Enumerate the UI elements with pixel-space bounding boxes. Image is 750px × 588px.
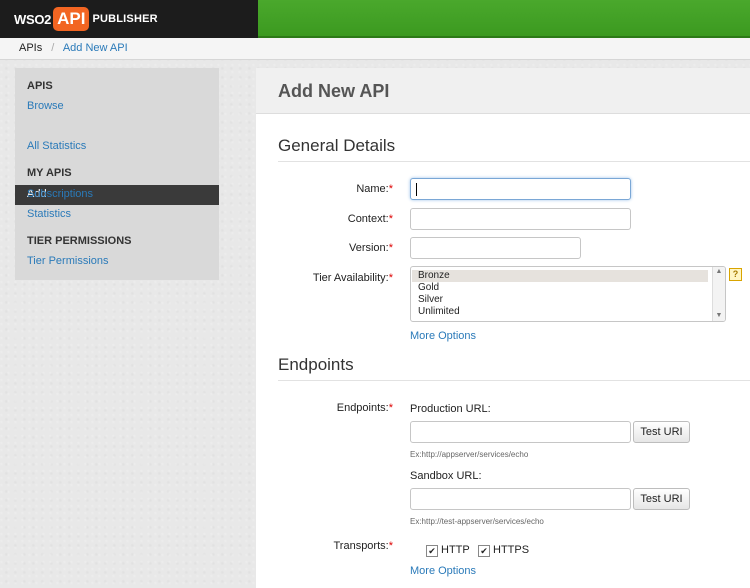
- sidebar-heading-tier-permissions: TIER PERMISSIONS: [27, 235, 132, 247]
- breadcrumb-separator: /: [51, 42, 55, 54]
- tier-option-bronze[interactable]: Bronze: [412, 270, 708, 282]
- page-title: Add New API: [278, 81, 390, 101]
- context-input[interactable]: [410, 208, 631, 230]
- endpoints-label: Endpoints:*: [336, 402, 393, 414]
- logo-publisher-text: PUBLISHER: [92, 13, 158, 25]
- tier-availability-label: Tier Availability:*: [312, 272, 393, 284]
- endpoints-more-options-link[interactable]: More Options: [410, 565, 476, 577]
- https-checkbox[interactable]: ✔: [478, 545, 490, 557]
- section-divider: [278, 161, 750, 162]
- sidebar-item-browse[interactable]: Browse: [27, 100, 64, 112]
- breadcrumb: APIs / Add New API: [0, 38, 750, 60]
- https-label: HTTPS: [493, 544, 530, 556]
- sandbox-url-label: Sandbox URL:: [410, 470, 482, 482]
- sandbox-url-input[interactable]: [410, 488, 631, 510]
- production-url-label: Production URL:: [410, 403, 491, 415]
- tier-availability-select[interactable]: Bronze Gold Silver Unlimited ▲ ▼: [410, 266, 726, 322]
- tier-option-gold[interactable]: Gold: [412, 282, 708, 294]
- listbox-scrollbar[interactable]: ▲ ▼: [712, 267, 725, 321]
- sidebar-heading-my-apis: MY APIS: [27, 167, 72, 179]
- logo-wso2-text: WSO2: [14, 11, 52, 27]
- http-label: HTTP: [441, 544, 470, 556]
- wso2-api-publisher-logo[interactable]: WSO2 API PUBLISHER: [14, 6, 158, 32]
- breadcrumb-add-new-api-link[interactable]: Add New API: [63, 42, 128, 54]
- tier-option-silver[interactable]: Silver: [412, 294, 708, 306]
- sidebar-item-subscriptions[interactable]: Subscriptions: [27, 188, 93, 200]
- production-test-uri-button[interactable]: Test URI: [633, 421, 690, 443]
- version-label: Version:*: [348, 242, 393, 254]
- context-label: Context:*: [347, 213, 393, 225]
- main-panel: Add New API General Details Name:* Conte…: [256, 68, 750, 588]
- sandbox-test-uri-button[interactable]: Test URI: [633, 488, 690, 510]
- scroll-down-arrow-icon[interactable]: ▼: [713, 311, 725, 321]
- sidebar: APIS Browse Add All Statistics MY APIS S…: [15, 68, 219, 280]
- transports-label: Transports:*: [333, 540, 393, 552]
- general-details-title: General Details: [278, 136, 396, 155]
- sidebar-heading-apis: APIS: [27, 80, 53, 92]
- tier-option-unlimited[interactable]: Unlimited: [412, 306, 708, 318]
- name-label: Name:*: [356, 183, 393, 195]
- help-question-icon[interactable]: ?: [729, 268, 742, 281]
- name-input[interactable]: [410, 178, 631, 200]
- header-banner: [258, 0, 750, 38]
- sidebar-item-tier-permissions[interactable]: Tier Permissions: [27, 255, 109, 267]
- sidebar-item-statistics[interactable]: Statistics: [27, 208, 71, 220]
- logo-api-badge: API: [53, 7, 90, 31]
- top-header: WSO2 API PUBLISHER: [0, 0, 750, 38]
- section-divider: [278, 380, 750, 381]
- http-checkbox[interactable]: ✔: [426, 545, 438, 557]
- scroll-up-arrow-icon[interactable]: ▲: [713, 267, 725, 277]
- sandbox-url-hint: Ex:http://test-appserver/services/echo: [410, 517, 544, 526]
- sidebar-item-all-statistics[interactable]: All Statistics: [27, 140, 86, 152]
- text-caret: [416, 183, 417, 196]
- production-url-input[interactable]: [410, 421, 631, 443]
- general-more-options-link[interactable]: More Options: [410, 330, 476, 342]
- version-input[interactable]: [410, 237, 581, 259]
- page-header: Add New API: [256, 68, 750, 114]
- endpoints-title: Endpoints: [278, 355, 354, 374]
- production-url-hint: Ex:http://appserver/services/echo: [410, 450, 529, 459]
- breadcrumb-apis-link[interactable]: APIs: [19, 42, 42, 54]
